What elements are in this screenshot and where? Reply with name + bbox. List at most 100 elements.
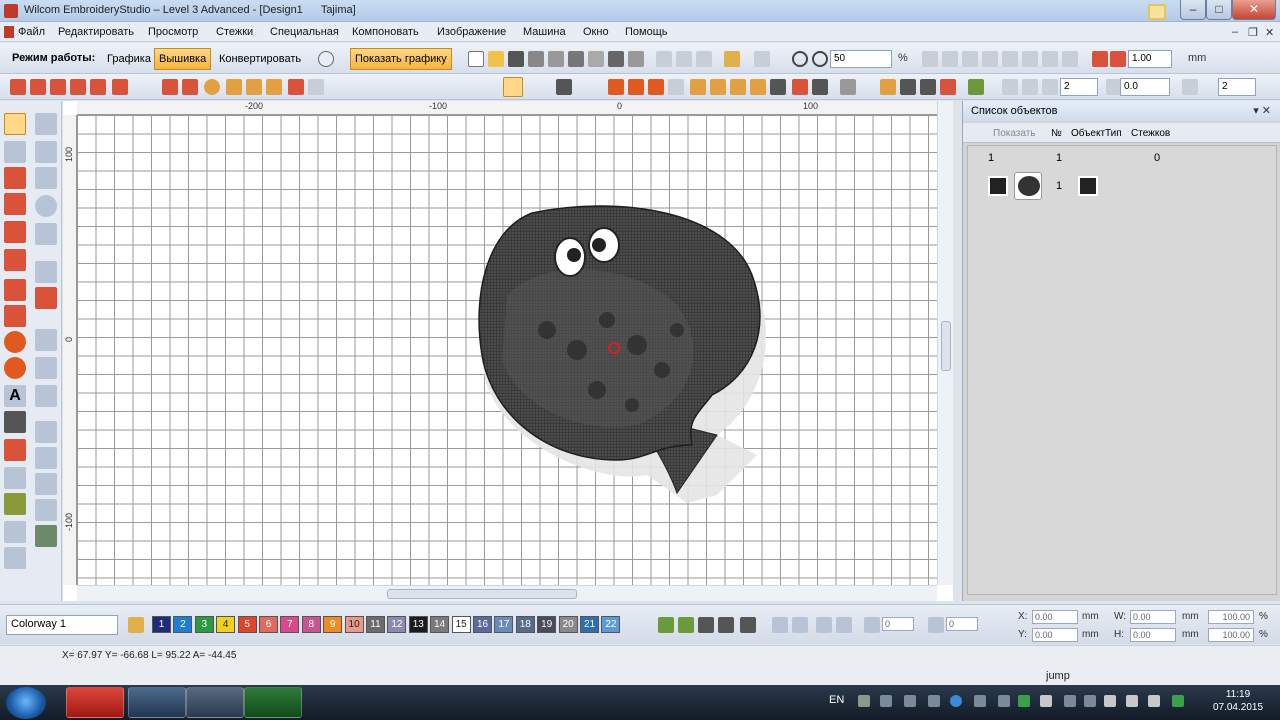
complex-fill-icon[interactable] [4, 249, 26, 271]
wizard-icon[interactable] [628, 51, 644, 67]
palette-editor-icon[interactable] [740, 617, 756, 633]
new-file-icon[interactable] [468, 51, 484, 67]
raised-icon[interactable] [308, 79, 324, 95]
knife-icon[interactable] [35, 261, 57, 283]
save-as-icon[interactable] [528, 51, 544, 67]
mirror-icon[interactable] [1002, 79, 1018, 95]
tray-icon[interactable] [974, 695, 986, 707]
col-stitches[interactable]: Стежков [1131, 128, 1170, 139]
open-folder-icon[interactable] [488, 51, 504, 67]
manual-stitch-icon[interactable] [4, 193, 26, 215]
offset-input[interactable]: 0.0 [1120, 78, 1170, 96]
ellipse-icon[interactable] [35, 195, 57, 217]
mdi-close-button[interactable]: ✕ [1265, 26, 1274, 39]
select-arrow-icon[interactable] [4, 113, 26, 135]
weld-icon[interactable] [1022, 51, 1038, 67]
mode-graphics-button[interactable]: Графика [102, 48, 156, 70]
thread-swatch-11[interactable]: 11 [366, 616, 385, 633]
document-icon[interactable] [4, 26, 14, 38]
col-type[interactable]: Тип [1105, 128, 1122, 139]
horizontal-scrollbar[interactable] [77, 585, 937, 601]
travel-icon[interactable] [556, 79, 572, 95]
tray-icon[interactable] [1018, 695, 1030, 707]
triple-run-icon[interactable] [70, 79, 86, 95]
thread-swatch-12[interactable]: 12 [387, 616, 407, 633]
menu-stitches[interactable]: Стежки [216, 26, 253, 38]
menu-special[interactable]: Специальная [270, 26, 339, 38]
thread-swatch-3[interactable]: 3 [194, 616, 214, 633]
menu-edit[interactable]: Редактировать [58, 26, 134, 38]
sequin-icon[interactable] [648, 79, 664, 95]
zoom-input[interactable]: 50 [830, 50, 892, 68]
tray-icon[interactable] [1064, 695, 1076, 707]
print-stitch-icon[interactable] [812, 79, 828, 95]
rotate-left-icon[interactable] [816, 617, 832, 633]
thread-swatch-15[interactable]: 15 [451, 616, 471, 633]
sort-colors-icon[interactable] [718, 617, 734, 633]
cut-icon[interactable] [656, 51, 672, 67]
dots-icon[interactable] [35, 473, 57, 495]
network-icon[interactable] [1104, 695, 1116, 707]
maximize-button[interactable]: □ [1206, 0, 1232, 20]
hoop-icon[interactable] [750, 79, 766, 95]
thread-swatch-22[interactable]: 22 [601, 616, 621, 633]
picture-object-icon[interactable] [988, 176, 1008, 196]
col-number[interactable]: № [1051, 128, 1062, 139]
scale-icon[interactable] [1042, 79, 1058, 95]
paste-icon[interactable] [696, 51, 712, 67]
redo-icon[interactable] [754, 51, 770, 67]
array-dots-icon[interactable] [35, 447, 57, 469]
menu-view[interactable]: Просмотр [148, 26, 198, 38]
sequence-icon[interactable] [900, 79, 916, 95]
picture-icon[interactable] [770, 79, 786, 95]
break-icon[interactable] [1062, 51, 1078, 67]
motif-fill-icon[interactable] [226, 79, 242, 95]
mode-convert-button[interactable]: Конвертировать [214, 48, 306, 70]
rotate-angle-input[interactable]: 0 [882, 617, 914, 631]
x-field[interactable]: 0.00 [1032, 610, 1078, 624]
horizontal-scroll-thumb[interactable] [387, 589, 577, 599]
show-stitches-icon[interactable] [503, 77, 523, 97]
ungroup-icon[interactable] [962, 51, 978, 67]
menu-machine[interactable]: Машина [523, 26, 566, 38]
app-icon[interactable] [4, 4, 18, 18]
backstitch-icon[interactable] [90, 79, 106, 95]
grid-dots-icon[interactable] [35, 421, 57, 443]
spin-b-input[interactable]: 2 [1218, 78, 1256, 96]
circle-fill-icon[interactable] [4, 331, 26, 353]
system-clock[interactable]: 11:19 07.04.2015 [1198, 688, 1278, 714]
save-icon[interactable] [508, 51, 524, 67]
w-percent-field[interactable]: 100.00 [1208, 610, 1254, 624]
tatami-icon[interactable] [30, 79, 46, 95]
taskbar-explorer[interactable] [128, 687, 186, 718]
mdi-minimize-button[interactable]: – [1232, 26, 1238, 38]
column-a-icon[interactable] [4, 279, 26, 301]
menu-arrange[interactable]: Компоновать [352, 26, 419, 38]
shape-icon[interactable] [4, 467, 26, 489]
thread-swatch-13[interactable]: 13 [408, 616, 428, 633]
tray-icon[interactable] [928, 695, 940, 707]
stemstitch-icon[interactable] [112, 79, 128, 95]
flip-v-icon[interactable] [792, 617, 808, 633]
monogram-icon[interactable] [4, 411, 26, 433]
ring-icon[interactable] [4, 357, 26, 379]
menu-file[interactable]: Файл [18, 26, 45, 38]
tray-icon[interactable] [904, 695, 916, 707]
figure-icon[interactable] [4, 493, 26, 515]
lines-icon[interactable] [4, 521, 26, 543]
spin-a-input[interactable]: 2 [1060, 78, 1098, 96]
thread-swatch-8[interactable]: 8 [301, 616, 321, 633]
thread-swatch-14[interactable]: 14 [430, 616, 450, 633]
vertical-dots-icon[interactable] [35, 499, 57, 521]
tray-icon[interactable] [1084, 695, 1096, 707]
rotate-icon[interactable] [1022, 79, 1038, 95]
tray-icon[interactable] [880, 695, 892, 707]
vertical-scrollbar[interactable] [937, 101, 953, 585]
lock-icon[interactable] [982, 51, 998, 67]
tie-in-icon[interactable] [920, 79, 936, 95]
measure-icon[interactable] [840, 79, 856, 95]
thread-swatch-20[interactable]: 20 [558, 616, 578, 633]
colorway-select[interactable]: Colorway 1 [6, 615, 118, 635]
flip-h-icon[interactable] [772, 617, 788, 633]
bead-icon[interactable] [668, 79, 684, 95]
